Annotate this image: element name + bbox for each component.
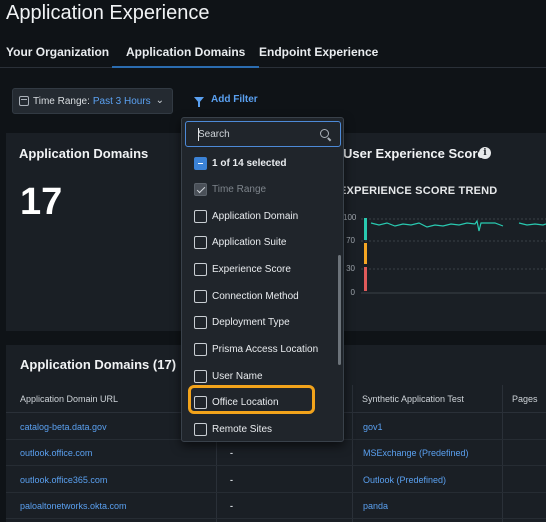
filter-option-remote-sites[interactable]: Remote Sites (194, 421, 272, 437)
checkbox[interactable] (194, 315, 207, 329)
tab-endpoint-experience[interactable]: Endpoint Experience (259, 45, 378, 59)
application-domains-card-title: Application Domains (19, 146, 149, 161)
filter-option-label: User Name (212, 370, 263, 382)
filter-option-label: Time Range (212, 183, 267, 195)
filter-option-label: Deployment Type (212, 316, 290, 328)
table-row[interactable]: outlook.office365.com - Outlook (Predefi… (6, 467, 546, 493)
filter-option-connection-method[interactable]: Connection Method (194, 288, 299, 304)
selected-count-label: 1 of 14 selected (212, 157, 287, 169)
domain-url-link[interactable]: catalog-beta.data.gov (20, 422, 107, 432)
text-caret (198, 128, 199, 141)
good-score-band (364, 218, 367, 240)
office-location-highlight (188, 385, 315, 414)
search-icon[interactable] (320, 129, 329, 138)
empty-value: - (230, 448, 233, 458)
add-filter-label: Add Filter (211, 94, 258, 105)
filter-option-label: Connection Method (212, 290, 299, 302)
select-all-toggle[interactable]: 1 of 14 selected (194, 155, 286, 171)
calendar-icon (19, 96, 29, 106)
tab-bar: Your Organization Application Domains En… (0, 42, 546, 68)
filter-option-label: Application Domain (212, 210, 299, 222)
filter-option-application-suite[interactable]: Application Suite (194, 234, 287, 250)
filter-icon (194, 96, 204, 107)
time-range-value: Past 3 Hours (92, 95, 151, 107)
checkbox[interactable] (194, 342, 207, 356)
fair-score-band (364, 243, 367, 264)
checkbox[interactable] (194, 262, 207, 276)
info-icon[interactable]: i (479, 147, 491, 159)
time-range-selector[interactable]: Time Range: Past 3 Hours ⌄ (12, 88, 173, 114)
poor-score-band (364, 267, 367, 291)
checkbox (194, 182, 207, 196)
column-header-url[interactable]: Application Domain URL (20, 394, 118, 404)
synthetic-test-link[interactable]: MSExchange (Predefined) (363, 448, 469, 458)
time-range-label: Time Range: (33, 95, 90, 107)
synthetic-test-link[interactable]: Outlook (Predefined) (363, 475, 446, 485)
page-title: Application Experience (6, 2, 210, 24)
experience-score-trend-title: EXPERIENCE SCORE TREND (339, 185, 498, 197)
experience-score-trend-chart (361, 218, 546, 294)
user-experience-card-title: User Experience Score (343, 146, 485, 161)
filter-option-label: Application Suite (212, 236, 287, 248)
table-title: Application Domains (17) (20, 357, 177, 372)
filter-search-box[interactable] (185, 121, 341, 147)
checkbox[interactable] (194, 235, 207, 249)
synthetic-test-link[interactable]: gov1 (363, 422, 383, 432)
add-filter-button[interactable]: Add Filter (194, 94, 258, 107)
filter-option-user-name[interactable]: User Name (194, 368, 263, 384)
checkbox[interactable] (194, 422, 207, 436)
empty-value: - (230, 475, 233, 485)
checkbox[interactable] (194, 369, 207, 383)
dropdown-scrollbar[interactable] (338, 255, 341, 365)
application-domains-count: 17 (20, 181, 63, 223)
empty-value: - (230, 501, 233, 511)
indeterminate-checkbox[interactable] (194, 156, 207, 170)
chevron-down-icon: ⌄ (155, 95, 164, 106)
trend-line-segment-2 (518, 222, 546, 226)
checkbox[interactable] (194, 289, 207, 303)
tab-your-organization[interactable]: Your Organization (6, 45, 109, 59)
filter-search-input[interactable] (198, 127, 310, 142)
filter-option-time-range: Time Range (194, 181, 266, 197)
checkbox[interactable] (194, 209, 207, 223)
filter-option-application-domain[interactable]: Application Domain (194, 208, 298, 224)
filter-option-experience-score[interactable]: Experience Score (194, 261, 291, 277)
table-row[interactable]: outlook.office.com - MSExchange (Predefi… (6, 440, 546, 466)
filter-option-label: Experience Score (212, 263, 291, 275)
trend-line-segment-1 (370, 219, 504, 232)
column-header-synthetic-test[interactable]: Synthetic Application Test (362, 394, 464, 404)
synthetic-test-link[interactable]: panda (363, 501, 388, 511)
domain-url-link[interactable]: paloaltonetworks.okta.com (20, 501, 127, 511)
table-row[interactable]: paloaltonetworks.okta.com - panda (6, 493, 546, 519)
filter-option-label: Remote Sites (212, 423, 273, 435)
tab-application-domains[interactable]: Application Domains (111, 45, 260, 68)
filter-option-deployment-type[interactable]: Deployment Type (194, 314, 290, 330)
domain-url-link[interactable]: outlook.office.com (20, 448, 92, 458)
user-experience-card: User Experience Score i EXPERIENCE SCORE… (339, 133, 546, 331)
domain-url-link[interactable]: outlook.office365.com (20, 475, 107, 485)
filter-option-label: Prisma Access Location (212, 343, 319, 355)
column-header-pages[interactable]: Pages (512, 394, 538, 404)
filter-option-prisma-access-location[interactable]: Prisma Access Location (194, 341, 318, 357)
